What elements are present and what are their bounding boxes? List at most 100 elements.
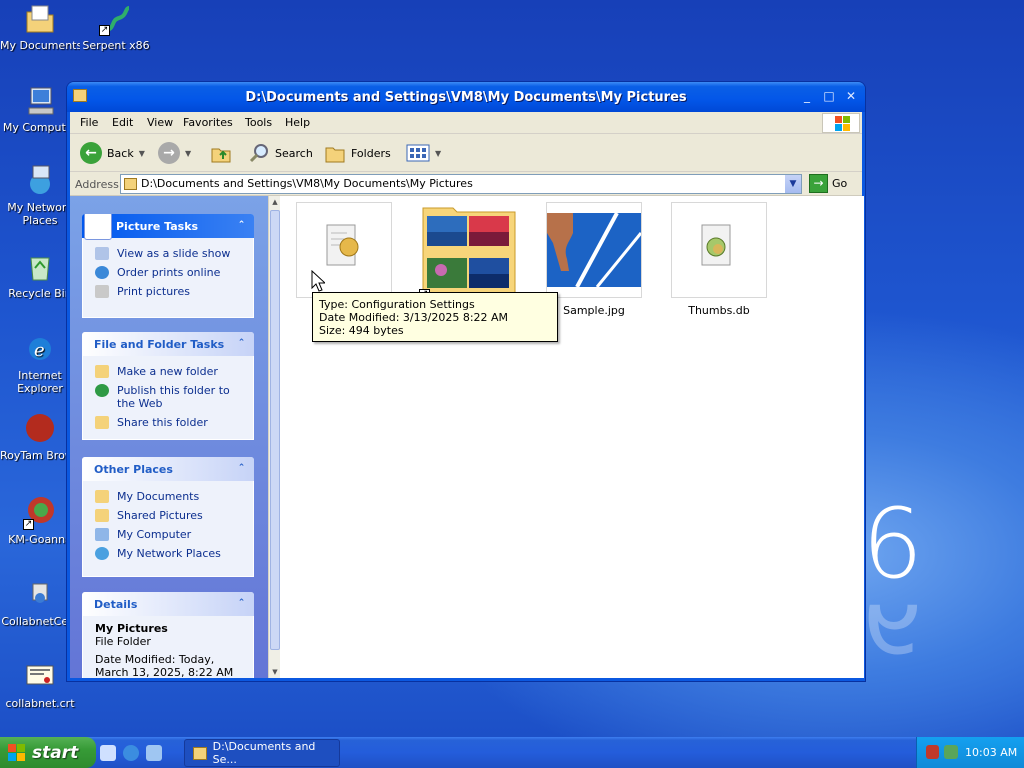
mouse-cursor-icon bbox=[311, 270, 325, 292]
search-button[interactable]: Search bbox=[248, 141, 313, 165]
file-tooltip: Type: Configuration Settings Date Modifi… bbox=[312, 292, 558, 342]
new-folder-icon bbox=[95, 365, 109, 378]
forward-arrow-icon: → bbox=[158, 142, 180, 164]
sample-image bbox=[547, 212, 643, 288]
address-bar: Address D:\Documents and Settings\VM8\My… bbox=[70, 172, 862, 196]
image-thumbnail bbox=[546, 202, 643, 298]
file-folder-tasks-panel: File and Folder Tasks ⌃ Make a new folde… bbox=[82, 332, 254, 440]
address-input[interactable]: D:\Documents and Settings\VM8\My Documen… bbox=[120, 174, 802, 194]
picture-tasks-panel: Picture Tasks ⌃ View as a slide show Ord… bbox=[82, 214, 254, 318]
menu-edit[interactable]: Edit bbox=[112, 116, 133, 129]
folder-thumbnail: ↗ bbox=[419, 202, 517, 300]
chevron-down-icon[interactable]: ▼ bbox=[435, 149, 441, 158]
menu-bar: File Edit View Favorites Tools Help bbox=[70, 112, 862, 134]
quicklaunch-show-desktop-icon[interactable] bbox=[100, 745, 116, 761]
go-arrow-icon: → bbox=[809, 174, 828, 193]
network-icon bbox=[95, 547, 109, 560]
views-icon bbox=[406, 144, 430, 162]
chevron-down-icon[interactable]: ▼ bbox=[185, 149, 191, 158]
collapse-icon[interactable]: ⌃ bbox=[235, 462, 248, 475]
views-button[interactable]: ▼ bbox=[406, 141, 441, 165]
title-bar[interactable]: D:\Documents and Settings\VM8\My Documen… bbox=[67, 82, 865, 112]
collapse-icon[interactable]: ⌃ bbox=[235, 219, 248, 232]
go-button[interactable]: → Go bbox=[809, 174, 847, 193]
menu-file[interactable]: File bbox=[80, 116, 98, 129]
details-modified: Date Modified: Today, March 13, 2025, 8:… bbox=[95, 653, 234, 678]
other-places-panel: Other Places ⌃ My Documents Shared Pictu… bbox=[82, 457, 254, 577]
details-panel: Details ⌃ My Pictures File Folder Date M… bbox=[82, 592, 254, 678]
file-item[interactable] bbox=[294, 202, 394, 304]
picture-tasks-header[interactable]: Picture Tasks ⌃ bbox=[82, 214, 254, 240]
up-folder-button[interactable] bbox=[210, 141, 232, 165]
up-folder-icon bbox=[211, 148, 231, 163]
file-folder-tasks-header[interactable]: File and Folder Tasks ⌃ bbox=[82, 332, 254, 356]
slideshow-icon bbox=[95, 247, 109, 260]
folder-icon bbox=[23, 2, 57, 36]
place-my-computer[interactable]: My Computer bbox=[83, 525, 253, 544]
minimize-button[interactable]: _ bbox=[799, 89, 815, 104]
clock[interactable]: 10:03 AM bbox=[965, 746, 1017, 759]
task-share-folder[interactable]: Share this folder bbox=[83, 413, 253, 432]
address-dropdown-button[interactable]: ▼ bbox=[785, 175, 801, 193]
shared-folder-icon bbox=[95, 509, 109, 522]
wallpaper-number: 6 bbox=[862, 488, 924, 600]
folder-icon bbox=[193, 746, 207, 760]
menu-view[interactable]: View bbox=[147, 116, 173, 129]
share-folder-icon bbox=[95, 416, 109, 429]
documents-folder-icon bbox=[95, 490, 109, 503]
forward-button[interactable]: → ▼ bbox=[158, 141, 191, 165]
place-my-documents[interactable]: My Documents bbox=[83, 487, 253, 506]
ie-icon: e bbox=[23, 332, 57, 366]
system-tray: 10:03 AM bbox=[916, 737, 1024, 768]
task-print-pictures[interactable]: Print pictures bbox=[83, 282, 253, 301]
desktop-icon-serpent[interactable]: ↗ Serpent x86 bbox=[76, 2, 156, 52]
recycle-bin-icon bbox=[23, 250, 57, 284]
serpent-icon: ↗ bbox=[99, 2, 133, 36]
task-pane: Picture Tasks ⌃ View as a slide show Ord… bbox=[70, 196, 268, 678]
svg-text:e: e bbox=[34, 340, 45, 361]
printer-icon bbox=[95, 285, 109, 298]
menu-favorites[interactable]: Favorites bbox=[183, 116, 233, 129]
collapse-icon[interactable]: ⌃ bbox=[235, 597, 248, 610]
details-type: File Folder bbox=[95, 635, 151, 648]
taskbar-window-button[interactable]: D:\Documents and Se... bbox=[184, 739, 340, 767]
details-name: My Pictures bbox=[95, 622, 168, 635]
start-button[interactable]: start bbox=[0, 737, 96, 768]
file-item-thumbs-db[interactable]: Thumbs.db bbox=[669, 202, 769, 317]
installer-icon bbox=[23, 578, 57, 612]
menu-help[interactable]: Help bbox=[285, 116, 310, 129]
menu-tools[interactable]: Tools bbox=[245, 116, 272, 129]
task-publish-web[interactable]: Publish this folder to the Web bbox=[83, 381, 253, 413]
close-button[interactable]: ✕ bbox=[843, 89, 859, 104]
other-places-header[interactable]: Other Places ⌃ bbox=[82, 457, 254, 481]
details-header[interactable]: Details ⌃ bbox=[82, 592, 254, 616]
window-title: D:\Documents and Settings\VM8\My Documen… bbox=[245, 90, 687, 105]
browser-icon bbox=[23, 412, 57, 446]
goanna-icon: ↗ bbox=[23, 496, 57, 530]
task-order-prints[interactable]: Order prints online bbox=[83, 263, 253, 282]
file-item-sample-jpg[interactable]: Sample.jpg bbox=[544, 202, 644, 317]
network-tray-icon[interactable] bbox=[944, 745, 958, 759]
collapse-icon[interactable]: ⌃ bbox=[235, 337, 248, 350]
task-slide-show[interactable]: View as a slide show bbox=[83, 244, 253, 263]
quicklaunch-media-icon[interactable] bbox=[146, 745, 162, 761]
certificate-icon bbox=[23, 660, 57, 694]
taskbar: start D:\Documents and Se... 10:03 AM bbox=[0, 737, 1024, 768]
task-pane-scrollbar[interactable]: ▲ ▼ bbox=[268, 196, 280, 678]
place-network-places[interactable]: My Network Places bbox=[83, 544, 253, 563]
back-button[interactable]: ← Back ▼ bbox=[80, 141, 145, 165]
quicklaunch-ie-icon[interactable] bbox=[123, 745, 139, 761]
computer-icon bbox=[95, 528, 109, 541]
folders-button[interactable]: Folders bbox=[324, 141, 391, 165]
search-icon bbox=[249, 144, 268, 163]
folder-icon bbox=[124, 178, 137, 190]
place-shared-pictures[interactable]: Shared Pictures bbox=[83, 506, 253, 525]
chevron-down-icon[interactable]: ▼ bbox=[139, 149, 145, 158]
desktop-icon-my-documents[interactable]: My Documents bbox=[0, 2, 80, 52]
folders-icon bbox=[325, 147, 345, 163]
windows-logo-icon bbox=[822, 113, 860, 133]
scroll-thumb[interactable] bbox=[270, 210, 280, 650]
security-shield-icon[interactable] bbox=[926, 745, 939, 759]
task-new-folder[interactable]: Make a new folder bbox=[83, 362, 253, 381]
maximize-button[interactable]: □ bbox=[821, 89, 837, 104]
